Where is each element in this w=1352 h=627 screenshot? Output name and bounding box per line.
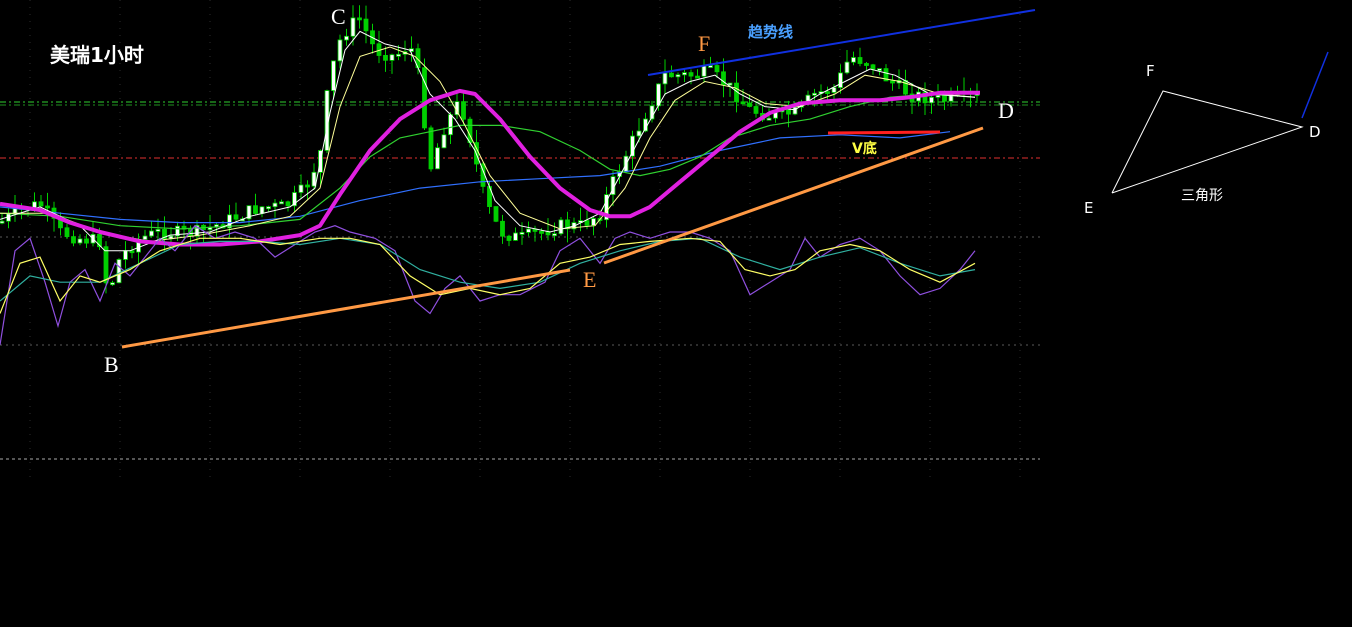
candle-body <box>344 35 349 41</box>
triangle-label-e: E <box>1084 199 1093 217</box>
candle-body <box>383 55 388 61</box>
point-label-b: B <box>104 352 119 377</box>
candle-body <box>662 72 668 85</box>
candle-body <box>337 39 343 62</box>
trendline-label: 趋势线 <box>748 23 793 41</box>
candle-body <box>831 87 837 93</box>
candle-body <box>851 57 856 63</box>
candle-body <box>428 127 434 170</box>
candle-body <box>695 75 700 79</box>
candle-body <box>285 201 291 207</box>
candle-body <box>727 82 733 86</box>
chart-background <box>0 0 1352 627</box>
candle-body <box>45 205 50 209</box>
triangle-label-d: D <box>1309 123 1321 141</box>
point-label-c: C <box>331 4 346 29</box>
candle-body <box>688 72 694 77</box>
candle-body <box>38 201 44 207</box>
candle-body <box>266 206 271 210</box>
candle-body <box>233 214 239 220</box>
candle-body <box>584 220 590 226</box>
candle-body <box>110 282 115 286</box>
candle-body <box>305 184 310 188</box>
candle-body <box>838 72 843 89</box>
candle-body <box>71 236 76 244</box>
candle-body <box>792 106 798 115</box>
candle-body <box>701 65 707 77</box>
candle-body <box>636 130 642 137</box>
candle-body <box>155 228 161 232</box>
chart-title: 美瑞1小时 <box>50 43 144 67</box>
candle-body <box>77 238 83 244</box>
candle-body <box>591 218 596 226</box>
point-label-e: E <box>583 267 596 292</box>
candle-body <box>714 65 720 73</box>
candle-body <box>539 230 544 234</box>
candle-body <box>500 220 505 237</box>
candle-body <box>935 94 941 98</box>
candle-body <box>0 220 5 224</box>
candle-body <box>493 206 499 222</box>
candle-body <box>363 18 369 32</box>
candle-body <box>448 114 453 136</box>
v-bottom-line <box>827 130 941 135</box>
candle-body <box>123 250 128 260</box>
candle-body <box>298 184 304 193</box>
candle-body <box>422 67 427 129</box>
candle-body <box>259 206 265 214</box>
candle-body <box>857 57 863 64</box>
candle-body <box>84 238 89 244</box>
candle-body <box>682 72 687 76</box>
candle-body <box>435 147 440 170</box>
v-bottom-label: V底 <box>852 140 877 157</box>
candle-body <box>149 230 154 237</box>
candle-body <box>350 17 356 37</box>
candle-body <box>747 102 752 107</box>
candle-body <box>396 53 401 57</box>
point-label-f: F <box>698 31 710 56</box>
candle-body <box>864 63 869 66</box>
candle-body <box>812 92 817 96</box>
candle-body <box>870 64 876 70</box>
candle-body <box>630 135 635 157</box>
candle-body <box>669 72 674 78</box>
candle-body <box>526 228 531 233</box>
candle-body <box>461 101 466 120</box>
candle-body <box>272 202 278 208</box>
candle-body <box>513 232 518 241</box>
candle-body <box>279 201 284 205</box>
candle-body <box>441 134 447 149</box>
candle-body <box>331 60 336 92</box>
candle-body <box>506 235 512 241</box>
candle-body <box>825 91 830 94</box>
candle-body <box>766 117 772 121</box>
candle-body <box>675 74 681 78</box>
candle-body <box>103 246 109 284</box>
candle-body <box>844 61 850 74</box>
triangle-caption: 三角形 <box>1181 188 1223 204</box>
candle-body <box>389 54 395 61</box>
candle-body <box>753 106 759 114</box>
candle-body <box>142 235 148 240</box>
candlestick-chart: 美瑞1小时 C B D E F 趋势线 V底 F D E 三角形 <box>0 0 1352 627</box>
candle-body <box>357 17 362 21</box>
candle-body <box>558 219 564 235</box>
candle-body <box>552 233 557 237</box>
triangle-label-f: F <box>1146 62 1155 80</box>
candle-body <box>877 68 882 71</box>
candle-body <box>708 65 713 68</box>
candle-body <box>116 259 122 284</box>
point-label-d: D <box>998 98 1014 123</box>
candle-body <box>519 231 525 235</box>
candle-body <box>890 80 895 84</box>
candle-body <box>253 205 258 214</box>
candle-body <box>942 94 947 102</box>
candle-body <box>64 227 70 238</box>
candle-body <box>740 101 746 105</box>
candle-body <box>929 96 934 104</box>
